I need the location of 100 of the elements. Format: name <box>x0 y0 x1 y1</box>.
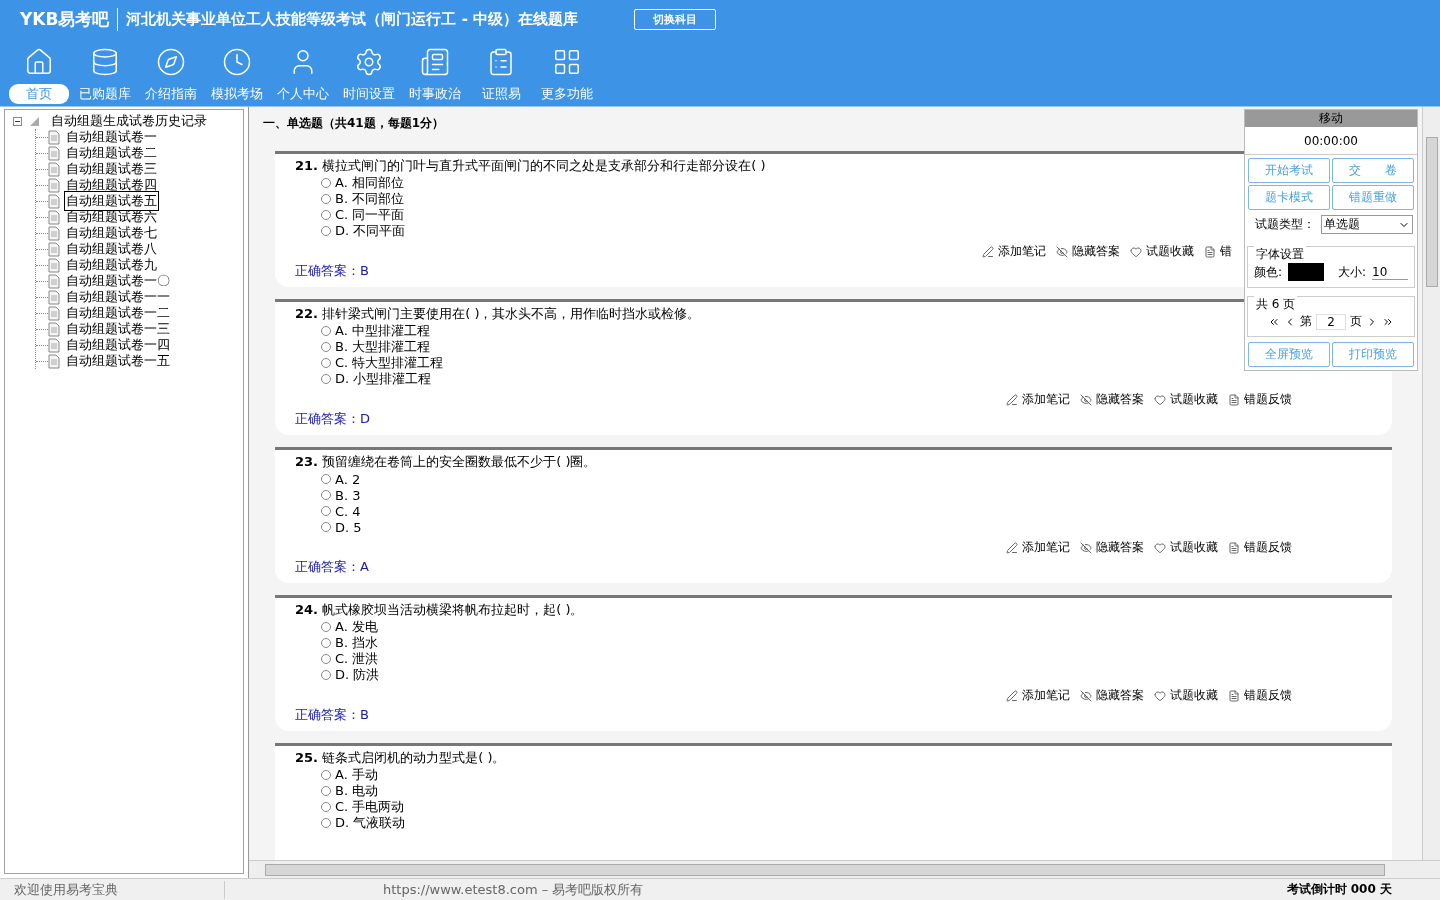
document-icon <box>1204 245 1216 258</box>
pencil-icon <box>982 245 994 258</box>
radio-button[interactable] <box>321 226 331 236</box>
action-link[interactable]: 添加笔记 <box>1006 539 1070 556</box>
action-link[interactable]: 试题收藏 <box>1154 687 1218 704</box>
radio-button[interactable] <box>321 474 331 484</box>
type-label: 试题类型： <box>1255 216 1315 233</box>
app-title: 河北机关事业单位工人技能等级考试（闸门运行工 - 中级）在线题库 <box>126 9 579 29</box>
nav-icon[interactable] <box>420 47 450 77</box>
option-text: C. 特大型排灌工程 <box>335 354 444 372</box>
option-text: B. 3 <box>335 487 361 503</box>
action-link[interactable]: 隐藏答案 <box>1080 539 1144 556</box>
color-label: 颜色: <box>1254 263 1283 281</box>
document-icon <box>1228 393 1240 406</box>
option-text: B. 不同部位 <box>335 190 405 208</box>
radio-button[interactable] <box>321 342 331 352</box>
action-link[interactable]: 添加笔记 <box>1006 391 1070 408</box>
heart-icon <box>1130 245 1142 258</box>
radio-button[interactable] <box>321 506 331 516</box>
action-link[interactable]: 试题收藏 <box>1154 391 1218 408</box>
radio-button[interactable] <box>321 326 331 336</box>
correct-answer: 正确答案：A <box>295 558 369 576</box>
nav-icon[interactable] <box>90 47 120 77</box>
action-link[interactable]: 隐藏答案 <box>1056 243 1120 260</box>
radio-button[interactable] <box>321 670 331 680</box>
radio-button[interactable] <box>321 638 331 648</box>
collapse-icon[interactable] <box>13 116 22 126</box>
nav-icon[interactable] <box>354 47 384 77</box>
vertical-scrollbar[interactable] <box>1422 107 1440 860</box>
triangle-icon <box>30 116 39 126</box>
eye-off-icon <box>1056 245 1068 258</box>
timer: 00:00:00 <box>1245 127 1417 155</box>
page-count-label: 共 6 页 <box>1254 296 1298 313</box>
question-text: 25. 链条式启闭机的动力型式是( )。 <box>295 749 506 767</box>
radio-button[interactable] <box>321 178 331 188</box>
radio-button[interactable] <box>321 210 331 220</box>
option-text: A. 中型排灌工程 <box>335 322 430 340</box>
action-link[interactable]: 隐藏答案 <box>1080 687 1144 704</box>
radio-button[interactable] <box>321 358 331 368</box>
size-label: 大小: <box>1338 263 1367 281</box>
nav-icon[interactable] <box>552 47 582 77</box>
panel-title[interactable]: 移动 <box>1245 110 1417 127</box>
heart-icon <box>1154 541 1166 554</box>
type-select[interactable]: 单选题 <box>1321 215 1413 234</box>
nav-icon[interactable] <box>156 47 186 77</box>
radio-button[interactable] <box>321 490 331 500</box>
welcome-text: 欢迎使用易考宝典 <box>0 880 225 899</box>
size-field[interactable]: 10 <box>1372 264 1408 280</box>
radio-button[interactable] <box>321 770 331 780</box>
radio-button[interactable] <box>321 818 331 828</box>
correct-answer: 正确答案：D <box>295 410 370 428</box>
radio-button[interactable] <box>321 374 331 384</box>
correct-answer: 正确答案：B <box>295 706 369 724</box>
radio-button[interactable] <box>321 522 331 532</box>
option-text: B. 大型排灌工程 <box>335 338 431 356</box>
radio-button[interactable] <box>321 194 331 204</box>
pencil-icon <box>1006 689 1018 702</box>
radio-button[interactable] <box>321 802 331 812</box>
correct-answer: 正确答案：B <box>295 262 369 280</box>
option-text: B. 挡水 <box>335 634 379 652</box>
option-text: A. 发电 <box>335 618 378 636</box>
option-text: C. 泄洪 <box>335 650 379 668</box>
font-settings-label: 字体设置 <box>1254 246 1306 263</box>
action-link[interactable]: 添加笔记 <box>982 243 1046 260</box>
pencil-icon <box>1006 541 1018 554</box>
section-title: 一、单选题（共41题，每题1分） <box>263 115 445 129</box>
countdown-text: 考试倒计时 000 天 <box>1286 881 1393 898</box>
radio-button[interactable] <box>321 786 331 796</box>
action-link[interactable]: 错题反馈 <box>1228 391 1292 408</box>
action-link[interactable]: 试题收藏 <box>1130 243 1194 260</box>
radio-button[interactable] <box>321 622 331 632</box>
action-link[interactable]: 试题收藏 <box>1154 539 1218 556</box>
action-link[interactable]: 隐藏答案 <box>1080 391 1144 408</box>
action-link[interactable]: 添加笔记 <box>1006 687 1070 704</box>
app-logo: YKB易考吧 <box>20 7 119 31</box>
page-suffix: 页 <box>1350 313 1362 330</box>
nav-icon[interactable] <box>222 47 252 77</box>
horizontal-scrollbar[interactable] <box>249 860 1440 878</box>
option-text: C. 4 <box>335 503 361 519</box>
action-link[interactable]: 错题反馈 <box>1228 687 1292 704</box>
option-text: A. 2 <box>335 471 361 487</box>
pencil-icon <box>1006 393 1018 406</box>
option-text: D. 防洪 <box>335 666 380 684</box>
tree-root[interactable]: 自动组题生成试卷历史记录 <box>51 112 207 130</box>
tree-item[interactable]: 自动组题试卷五 <box>64 191 159 211</box>
color-swatch[interactable] <box>1288 263 1324 281</box>
action-link[interactable]: 错题反馈 <box>1228 539 1292 556</box>
nav-icon[interactable] <box>24 47 54 77</box>
document-icon <box>1228 541 1240 554</box>
option-text: A. 手动 <box>335 766 378 784</box>
action-link[interactable]: 错 <box>1204 243 1232 260</box>
option-text: D. 5 <box>335 519 362 535</box>
option-text: C. 同一平面 <box>335 206 405 224</box>
question-text: 23. 预留缠绕在卷筒上的安全圈数最低不少于( )圈。 <box>295 453 597 471</box>
radio-button[interactable] <box>321 654 331 664</box>
question-text: 21. 横拉式闸门的门叶与直升式平面闸门的不同之处是支承部分和行走部分设在( ) <box>295 157 766 175</box>
page-prefix: 第 <box>1300 313 1312 330</box>
option-text: A. 相同部位 <box>335 174 404 192</box>
page-field[interactable]: 2 <box>1316 313 1346 330</box>
eye-off-icon <box>1080 541 1092 554</box>
